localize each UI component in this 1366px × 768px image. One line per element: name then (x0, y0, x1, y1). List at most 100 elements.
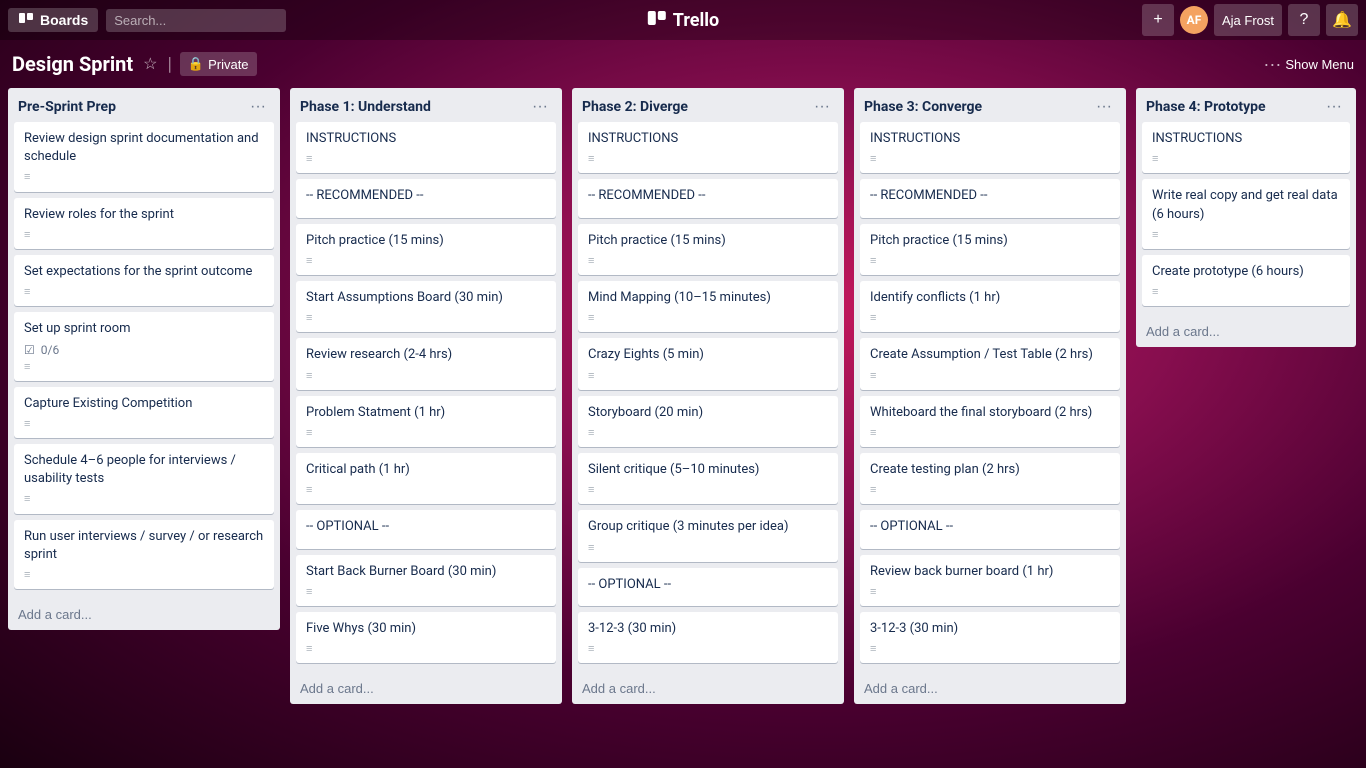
table-row[interactable]: Capture Existing Competition ≡ (14, 387, 274, 438)
list-menu-button[interactable]: ··· (528, 96, 552, 118)
card-text: 3-12-3 (30 min) (588, 620, 828, 638)
table-row[interactable]: Set up sprint room☑0/6≡ (14, 312, 274, 380)
table-row[interactable]: -- RECOMMENDED -- (860, 179, 1120, 217)
card-lines-icon: ≡ (870, 483, 1110, 496)
table-row[interactable]: -- OPTIONAL -- (860, 510, 1120, 548)
table-row[interactable]: Review design sprint documentation and s… (14, 122, 274, 192)
list-menu-button[interactable]: ··· (810, 96, 834, 118)
table-row[interactable]: -- RECOMMENDED -- (296, 179, 556, 217)
table-row[interactable]: 3-12-3 (30 min)≡ (860, 612, 1120, 663)
card-text: Pitch practice (15 mins) (306, 232, 546, 250)
notification-button[interactable]: 🔔 (1326, 4, 1358, 36)
card-lines-icon: ≡ (24, 228, 264, 241)
show-menu-button[interactable]: ··· Show Menu (1263, 54, 1354, 75)
card-lines-icon: ≡ (870, 152, 1110, 165)
add-card-button[interactable]: Add a card... (572, 675, 844, 702)
table-row[interactable]: Critical path (1 hr)≡ (296, 453, 556, 504)
search-input[interactable] (106, 9, 286, 32)
card-text: -- OPTIONAL -- (588, 576, 828, 594)
table-row[interactable]: Mind Mapping (10–15 minutes)≡ (578, 281, 838, 332)
card-text: Review design sprint documentation and s… (24, 130, 264, 166)
table-row[interactable]: Identify conflicts (1 hr)≡ (860, 281, 1120, 332)
add-button[interactable]: + (1142, 4, 1174, 36)
list-phase2: Phase 2: Diverge···INSTRUCTIONS≡-- RECOM… (572, 88, 844, 704)
card-lines-icon: ≡ (870, 311, 1110, 324)
table-row[interactable]: -- OPTIONAL -- (578, 568, 838, 606)
card-text: Start Assumptions Board (30 min) (306, 289, 546, 307)
boards-button[interactable]: Boards (8, 8, 98, 32)
card-lines-icon: ≡ (588, 152, 828, 165)
table-row[interactable]: Start Assumptions Board (30 min)≡ (296, 281, 556, 332)
card-lines-icon: ≡ (24, 417, 264, 430)
list-cards: INSTRUCTIONS≡ Write real copy and get rea… (1136, 122, 1356, 318)
card-text: Whiteboard the final storyboard (2 hrs) (870, 404, 1110, 422)
card-lines-icon: ≡ (1152, 152, 1340, 165)
table-row[interactable]: Write real copy and get real data (6 hou… (1142, 179, 1350, 249)
list-menu-button[interactable]: ··· (246, 96, 270, 118)
card-lines-icon: ≡ (1152, 228, 1340, 241)
card-lines-icon: ≡ (306, 585, 546, 598)
card-text: Pitch practice (15 mins) (588, 232, 828, 250)
card-lines-icon: ≡ (870, 585, 1110, 598)
table-row[interactable]: Pitch practice (15 mins)≡ (296, 224, 556, 275)
add-card-button[interactable]: Add a card... (290, 675, 562, 702)
list-cards: INSTRUCTIONS≡ -- RECOMMENDED -- Pitch prac… (290, 122, 562, 675)
card-text: Capture Existing Competition (24, 395, 264, 413)
card-text: Set expectations for the sprint outcome (24, 263, 264, 281)
card-lines-icon: ≡ (588, 541, 828, 554)
list-phase1: Phase 1: Understand···INSTRUCTIONS≡ -- RE… (290, 88, 562, 704)
list-header: Phase 1: Understand··· (290, 88, 562, 122)
add-card-button[interactable]: Add a card... (1136, 318, 1356, 345)
table-row[interactable]: Start Back Burner Board (30 min)≡ (296, 555, 556, 606)
table-row[interactable]: Set expectations for the sprint outcome≡ (14, 255, 274, 306)
table-row[interactable]: INSTRUCTIONS≡ (296, 122, 556, 173)
card-lines-icon: ≡ (588, 483, 828, 496)
table-row[interactable]: Crazy Eights (5 min)≡ (578, 338, 838, 389)
table-row[interactable]: Run user interviews / survey / or resear… (14, 520, 274, 590)
table-row[interactable]: Create Assumption / Test Table (2 hrs)≡ (860, 338, 1120, 389)
list-menu-button[interactable]: ··· (1092, 96, 1116, 118)
table-row[interactable]: Review roles for the sprint ≡ (14, 198, 274, 249)
card-lines-icon: ≡ (24, 360, 264, 373)
card-text: Crazy Eights (5 min) (588, 346, 828, 364)
table-row[interactable]: -- RECOMMENDED -- (578, 179, 838, 217)
table-row[interactable]: INSTRUCTIONS≡ (578, 122, 838, 173)
table-row[interactable]: Create testing plan (2 hrs)≡ (860, 453, 1120, 504)
card-lines-icon: ≡ (588, 426, 828, 439)
card-text: Group critique (3 minutes per idea) (588, 518, 828, 536)
table-row[interactable]: Five Whys (30 min)≡ (296, 612, 556, 663)
list-header: Phase 4: Prototype··· (1136, 88, 1356, 122)
table-row[interactable]: Pitch practice (15 mins)≡ (860, 224, 1120, 275)
table-row[interactable]: 3-12-3 (30 min)≡ (578, 612, 838, 663)
card-text: Problem Statment (1 hr) (306, 404, 546, 422)
table-row[interactable]: -- OPTIONAL -- (296, 510, 556, 548)
table-row[interactable]: Review research (2-4 hrs)≡ (296, 338, 556, 389)
table-row[interactable]: Create prototype (6 hours)≡ (1142, 255, 1350, 306)
user-menu-button[interactable]: Aja Frost (1214, 4, 1282, 36)
table-row[interactable]: Group critique (3 minutes per idea) ≡ (578, 510, 838, 561)
card-text: -- OPTIONAL -- (306, 518, 546, 536)
star-button[interactable]: ☆ (141, 54, 159, 74)
table-row[interactable]: INSTRUCTIONS≡ (1142, 122, 1350, 173)
privacy-button[interactable]: 🔒 Private (180, 52, 257, 76)
table-row[interactable]: INSTRUCTIONS≡ (860, 122, 1120, 173)
table-row[interactable]: Pitch practice (15 mins)≡ (578, 224, 838, 275)
add-card-button[interactable]: Add a card... (854, 675, 1126, 702)
table-row[interactable]: Review back burner board (1 hr)≡ (860, 555, 1120, 606)
list-menu-button[interactable]: ··· (1322, 96, 1346, 118)
card-text: Review roles for the sprint (24, 206, 264, 224)
list-cards: INSTRUCTIONS≡ -- RECOMMENDED -- Pitch prac… (854, 122, 1126, 675)
help-button[interactable]: ? (1288, 4, 1320, 36)
table-row[interactable]: Silent critique (5–10 minutes)≡ (578, 453, 838, 504)
table-row[interactable]: Schedule 4–6 people for interviews / usa… (14, 444, 274, 514)
card-text: -- RECOMMENDED -- (306, 187, 546, 205)
card-text: -- RECOMMENDED -- (870, 187, 1110, 205)
table-row[interactable]: Problem Statment (1 hr)≡ (296, 396, 556, 447)
card-lines-icon: ≡ (870, 254, 1110, 267)
table-row[interactable]: Whiteboard the final storyboard (2 hrs)≡ (860, 396, 1120, 447)
add-card-button[interactable]: Add a card... (8, 601, 280, 628)
card-text: Mind Mapping (10–15 minutes) (588, 289, 828, 307)
card-text: -- OPTIONAL -- (870, 518, 1110, 536)
table-row[interactable]: Storyboard (20 min)≡ (578, 396, 838, 447)
card-lines-icon: ≡ (24, 492, 264, 505)
